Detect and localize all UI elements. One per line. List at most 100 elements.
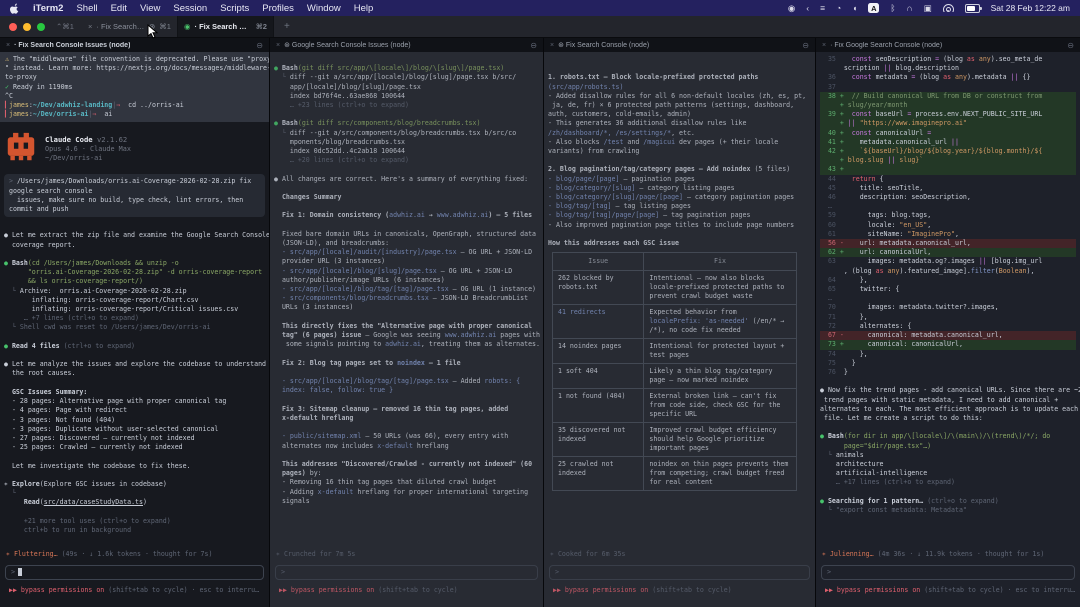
input-prompt-char: > [827, 568, 831, 576]
terminal-line: +21 more tool uses (ctrl+o to expand) [4, 517, 265, 526]
terminal-line: └ Shell cwd was reset to /Users/james/De… [4, 323, 265, 332]
menu-item-help[interactable]: Help [354, 3, 374, 14]
terminal-pane-3[interactable]: ×⊛ Fix Search Console (node)⊖ 1. robots.… [543, 38, 815, 607]
terminal-line: signals [274, 497, 539, 506]
terminal-line: trend pages with static metadata, I need… [820, 396, 1076, 405]
bypass-permissions-line: ▶▶ bypass permissions on (shift+tab to c… [279, 586, 534, 595]
terminal-line: author/publisher/image URLs (6 instances… [274, 276, 539, 285]
menu-item-profiles[interactable]: Profiles [262, 3, 294, 14]
terminal-line: app/[locale]/blog/[slug]/page.tsx [274, 83, 539, 92]
apple-logo-icon[interactable] [10, 2, 20, 14]
terminal-line: ▎james:~/Dev/adwhiz-landing|⇒ cd ../orri… [5, 101, 264, 110]
menu-item-view[interactable]: View [140, 3, 160, 14]
terminal-line: 43 + [820, 165, 1076, 174]
pane-content: 35 const seoDescription = (blog as any).… [816, 52, 1080, 607]
tab-title: · Fix Search Consol… [195, 22, 252, 31]
minimize-window-button[interactable] [23, 23, 31, 31]
terminal-pane-1[interactable]: ×· Fix Search Console Issues (node)⊖⚠ Th… [0, 38, 269, 607]
pane-close-button[interactable]: × [550, 42, 554, 49]
terminal-line: ● Now fix the trend pages - add canonica… [820, 386, 1076, 395]
pane-collapse-button[interactable]: ⊖ [530, 41, 537, 50]
terminal-line: pages) by: [274, 469, 539, 478]
terminal-line: ● Let me extract the zip file and examin… [4, 231, 265, 240]
new-tab-button[interactable]: + [274, 16, 300, 37]
terminal-line: … +20 lines (ctrl+o to expand) [274, 156, 539, 165]
menu-item-window[interactable]: Window [307, 3, 341, 14]
terminal-line: ● Bash(cd /Users/james/Downloads && unzi… [4, 259, 265, 268]
terminal-line: ● Bash(git diff src/components/blog/brea… [274, 119, 539, 128]
table-row: 41 redirectsExpected behavior from local… [553, 305, 797, 339]
ime-icon[interactable]: A [868, 3, 879, 13]
menu-item-session[interactable]: Session [173, 3, 207, 14]
terminal-line [274, 184, 539, 193]
terminal-line: 46 description: seoDescription, [820, 193, 1076, 202]
tab-1[interactable]: ×· Fix Search Con…⊛⌘1 [82, 16, 178, 37]
claude-code-logo-icon [6, 132, 36, 162]
menu-item-iterm2[interactable]: iTerm2 [33, 3, 63, 14]
play-circle-icon[interactable]: ◔ [836, 3, 841, 13]
terminal-line: 2. Blog pagination/tag/category pages — … [548, 165, 811, 174]
stage-manager-icon[interactable]: ▣ [924, 3, 932, 13]
pane-close-button[interactable]: × [276, 42, 280, 49]
close-window-button[interactable] [9, 23, 17, 31]
terminal-input[interactable]: > [5, 565, 264, 580]
zoom-window-button[interactable] [37, 23, 45, 31]
terminal-line [4, 351, 265, 360]
pane-header: ×· Fix Google Search Console (node)⊖ [816, 38, 1080, 52]
terminal-line: └ diff --git a/src/app/[locale]/blog/[sl… [274, 73, 539, 82]
battery-icon[interactable] [965, 4, 980, 13]
menu-lines-icon[interactable]: ≡ [820, 3, 825, 13]
pane-collapse-button[interactable]: ⊖ [802, 41, 809, 50]
pane-close-button[interactable]: × [6, 42, 10, 49]
terminal-line: - src/app/[locale]/audit/[industry]/page… [274, 248, 539, 257]
terminal-input[interactable]: > [275, 565, 538, 580]
terminal-line [4, 379, 265, 388]
terminal-line: index 0dc52dd..4c2ab18 100644 [274, 147, 539, 156]
pane-collapse-button[interactable]: ⊖ [1067, 41, 1074, 50]
terminal-line: - blog/tag/[tag] — tag listing pages [548, 202, 811, 211]
menu-item-edit[interactable]: Edit [111, 3, 127, 14]
terminal-line: auth, customers, cold-emails, admin) [548, 110, 811, 119]
menu-item-shell[interactable]: Shell [76, 3, 97, 14]
terminal-line: This addresses "Discovered/Crawled - cur… [274, 460, 539, 469]
pane-close-button[interactable]: × [822, 42, 826, 49]
terminal-input[interactable]: > [549, 565, 810, 580]
bluetooth-icon[interactable]: ᛒ [890, 3, 895, 13]
terminal-line: 67 - canonical: metadata.canonical_url, [820, 331, 1076, 340]
menu-bar-clock[interactable]: Sat 28 Feb 12:22 am [991, 3, 1070, 13]
wifi-icon[interactable] [943, 4, 954, 12]
terminal-line: /zh/dashboard/*, /es/settings/*, etc. [548, 129, 811, 138]
terminal-line [274, 110, 539, 119]
terminal-pane-2[interactable]: ×⊛ Google Search Console Issues (node)⊖ … [269, 38, 543, 607]
status-spinner-line: ∗ Crunched for 7m 5s [276, 550, 537, 559]
chevron-left-icon[interactable]: ‹ [806, 3, 809, 13]
terminal-line [820, 423, 1076, 432]
tab-2[interactable]: ◉· Fix Search Consol…⌘2 [178, 16, 274, 37]
tab-close-icon[interactable]: × [88, 22, 92, 31]
record-icon[interactable]: ◉ [788, 3, 795, 13]
terminal-line: provider URL (3 instances) [274, 257, 539, 266]
menu-item-scripts[interactable]: Scripts [220, 3, 249, 14]
terminal-line: 61 siteName: "ImaginePro", [820, 230, 1076, 239]
terminal-line: └ [4, 489, 265, 498]
terminal-line: Fix 2: Blog tag pages set to noindex — 1… [274, 359, 539, 368]
menu-bar: iTerm2 Shell Edit View Session Scripts Profile… [0, 0, 1080, 16]
terminal-input[interactable]: > [821, 565, 1075, 580]
pane-header: ×⊛ Google Search Console Issues (node)⊖ [270, 38, 543, 52]
headphones-icon[interactable]: ∩ [906, 3, 912, 13]
terminal-line: ● All changes are correct. Here's a summ… [274, 175, 539, 184]
table-cell: Likely a thin blog tag/category page — n… [644, 364, 796, 389]
terminal-line: Changes Summary [274, 193, 539, 202]
terminal-line: … +23 lines (ctrl+o to expand) [274, 101, 539, 110]
terminal-line: commit and push [9, 205, 260, 214]
terminal-line: + slug/year/month [820, 101, 1076, 110]
pane-bottom: ∗ Cooked for 6m 35s>▶▶ bypass permission… [548, 546, 811, 595]
tab-shortcut-badge: ⌘1 [159, 22, 171, 31]
terminal-pane-4[interactable]: ×· Fix Google Search Console (node)⊖ 35 … [815, 38, 1080, 607]
tab-shortcut-badge: ⌘2 [256, 22, 267, 31]
chat-icon[interactable]: ◖ [852, 3, 857, 13]
terminal-line [274, 313, 539, 322]
terminal-line [820, 488, 1076, 497]
terminal-line: page="$dir/page.tsx"…) [820, 442, 1076, 451]
pane-collapse-button[interactable]: ⊖ [256, 41, 263, 50]
